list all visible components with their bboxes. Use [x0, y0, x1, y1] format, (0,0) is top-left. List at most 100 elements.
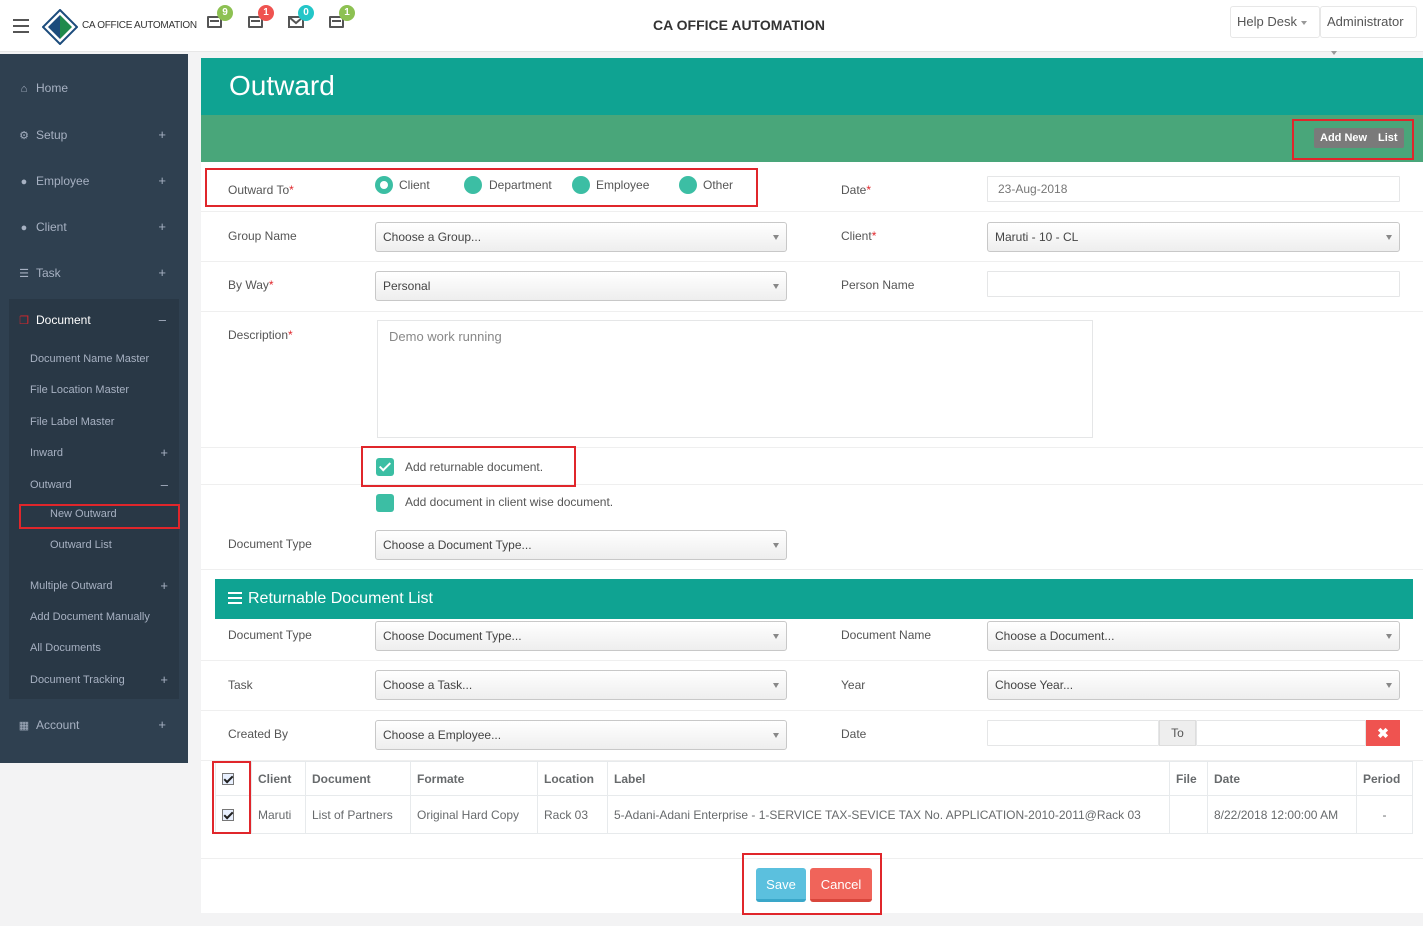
sidebar-sub-label: All Documents — [30, 642, 101, 654]
table-row: Maruti List of Partners Original Hard Co… — [215, 795, 1413, 834]
description-textarea[interactable]: Demo work running — [377, 320, 1093, 438]
sidebar-sub-multiple-outward[interactable]: Multiple Outward + — [30, 575, 180, 597]
column-header-formate: Formate — [410, 761, 538, 796]
group-select[interactable]: Choose a Group... — [375, 222, 787, 252]
filter-document-name-label: Document Name — [841, 628, 932, 642]
client-label-text: Client — [841, 229, 872, 243]
column-header-date: Date — [1207, 761, 1357, 796]
document-type-select-value: Choose a Document Type... — [383, 538, 532, 552]
sidebar-item-client[interactable]: ● Client + — [0, 212, 188, 242]
sidebar-sub-document-name-master[interactable]: Document Name Master — [30, 348, 180, 370]
filter-created-by-label: Created By — [228, 727, 289, 741]
filter-created-by-select[interactable]: Choose a Employee... — [375, 720, 787, 750]
document-type-label: Document Type — [228, 537, 312, 551]
sidebar-item-task[interactable]: ☰ Task + — [0, 258, 188, 288]
sidebar-item-account[interactable]: ▦ Account + — [0, 710, 188, 740]
filter-year-label: Year — [841, 678, 866, 692]
filter-year-select[interactable]: Choose Year... — [987, 670, 1400, 700]
required-mark: * — [268, 278, 274, 292]
sidebar-sub-outward-list[interactable]: Outward List — [50, 534, 112, 556]
chevron-down-icon — [1386, 634, 1392, 639]
page-title: Outward — [229, 70, 335, 101]
returnable-list-title: Returnable Document List — [248, 590, 433, 607]
table-cell: 8/22/2018 12:00:00 AM — [1207, 795, 1357, 834]
help-desk-dropdown[interactable]: Help Desk — [1230, 6, 1320, 38]
table-cell: List of Partners — [305, 795, 411, 834]
sidebar-item-setup[interactable]: ⚙ Setup + — [0, 120, 188, 150]
user-label: Administrator — [1327, 14, 1404, 29]
home-icon: ⌂ — [20, 83, 28, 95]
sidebar-sub-inward[interactable]: Inward + — [30, 442, 180, 464]
table-cell: 5-Adani-Adani Enterprise - 1-SERVICE TAX… — [607, 795, 1170, 834]
sidebar-item-document[interactable]: ❐ Document – — [0, 305, 188, 335]
required-mark: * — [866, 183, 872, 197]
filter-document-name-select[interactable]: Choose a Document... — [987, 621, 1400, 651]
client-wise-checkbox-label: Add document in client wise document. — [405, 495, 614, 509]
sidebar-sub-document-tracking[interactable]: Document Tracking + — [30, 669, 180, 691]
page-subheader — [201, 115, 1423, 162]
by-way-label-text: By Way — [228, 278, 269, 292]
sidebar-item-label: Task — [36, 266, 61, 280]
group-select-value: Choose a Group... — [383, 230, 482, 244]
chevron-down-icon — [773, 235, 779, 240]
date-input[interactable]: 23-Aug-2018 — [987, 176, 1400, 202]
sidebar-sub-file-label-master[interactable]: File Label Master — [30, 411, 180, 433]
sidebar-sub-label: Inward — [30, 447, 64, 459]
column-header-period: Period — [1356, 761, 1413, 796]
sidebar-sub-label: File Label Master — [30, 416, 115, 428]
sidebar-item-home[interactable]: ⌂ Home — [0, 73, 188, 103]
table-cell: - — [1356, 795, 1413, 834]
table-header-row: Client Document Formate Location Label F… — [215, 761, 1413, 796]
sidebar-sub-label: Multiple Outward — [30, 580, 113, 592]
filter-date-from-input[interactable] — [987, 720, 1159, 746]
person-name-label: Person Name — [841, 278, 915, 292]
filter-task-select[interactable]: Choose a Task... — [375, 670, 787, 700]
filter-document-type-value: Choose Document Type... — [383, 629, 522, 643]
date-label: Date* — [841, 183, 871, 197]
expand-icon: + — [158, 717, 166, 732]
clear-date-button[interactable]: ✖ — [1366, 720, 1400, 746]
filter-date-to-input[interactable] — [1196, 720, 1366, 746]
table-cell: Original Hard Copy — [410, 795, 538, 834]
returnable-list-header: Returnable Document List — [215, 579, 1413, 619]
column-header-file: File — [1169, 761, 1208, 796]
by-way-select[interactable]: Personal — [375, 271, 787, 301]
filter-created-by-value: Choose a Employee... — [383, 728, 502, 742]
sidebar-sub-all-documents[interactable]: All Documents — [30, 637, 180, 659]
expand-icon: + — [158, 265, 166, 280]
list-icon — [228, 592, 242, 604]
filter-document-type-select[interactable]: Choose Document Type... — [375, 621, 787, 651]
expand-icon: + — [158, 173, 166, 188]
document-type-select[interactable]: Choose a Document Type... — [375, 530, 787, 560]
collapse-icon: – — [160, 477, 168, 492]
sidebar-sub-label: File Location Master — [30, 384, 130, 396]
main-content: Outward Add New List Outward To* Client … — [201, 58, 1423, 915]
sidebar-item-label: Account — [36, 718, 80, 732]
by-way-label: By Way* — [228, 278, 274, 292]
person-name-input[interactable] — [987, 271, 1400, 297]
sidebar-item-employee[interactable]: ● Employee + — [0, 166, 188, 196]
sidebar-sub-outward[interactable]: Outward – — [30, 474, 180, 496]
by-way-select-value: Personal — [383, 279, 431, 293]
chevron-down-icon — [773, 683, 779, 688]
filter-year-value: Choose Year... — [995, 678, 1074, 692]
chevron-down-icon — [773, 543, 779, 548]
document-icon: ❐ — [19, 315, 29, 327]
client-select[interactable]: Maruti - 10 - CL — [987, 222, 1400, 252]
filter-document-name-value: Choose a Document... — [995, 629, 1115, 643]
description-label-text: Description — [228, 328, 289, 342]
group-name-label: Group Name — [228, 229, 297, 243]
sidebar-item-label: Client — [36, 220, 67, 234]
sidebar-sub-add-document-manually[interactable]: Add Document Manually — [30, 606, 180, 628]
chevron-down-icon — [773, 634, 779, 639]
highlight-box — [212, 761, 251, 834]
sidebar-sub-label: Outward — [30, 479, 72, 491]
page-header: Outward — [201, 58, 1423, 115]
highlight-box — [361, 446, 576, 487]
sidebar-sub-file-location-master[interactable]: File Location Master — [30, 379, 180, 401]
sidebar-item-label: Home — [36, 81, 69, 95]
client-wise-checkbox[interactable] — [376, 494, 394, 512]
sidebar-item-label: Document — [36, 313, 91, 327]
user-dropdown[interactable]: Administrator — [1320, 6, 1417, 55]
highlight-box — [205, 168, 758, 207]
